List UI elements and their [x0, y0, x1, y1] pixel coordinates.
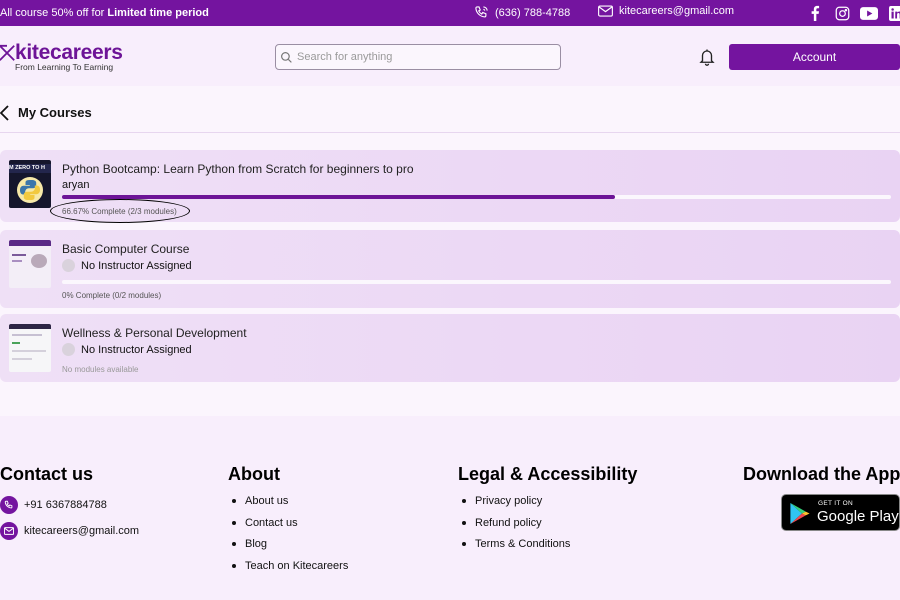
topbar-phone[interactable]: (636) 788-4788 [474, 5, 570, 20]
footer-phone[interactable]: +91 6367884788 [0, 496, 107, 514]
footer-link[interactable]: Contact us [229, 516, 348, 538]
course-card-basic-computer[interactable]: Basic Computer Course No Instructor Assi… [0, 230, 900, 308]
progress-fill [62, 195, 615, 199]
facebook-icon[interactable] [806, 4, 824, 22]
course-thumbnail [9, 240, 51, 288]
about-links: About us Contact us Blog Teach on Kiteca… [229, 494, 348, 581]
phone-icon [0, 496, 18, 514]
thumbnail-line [12, 334, 42, 336]
footer-link[interactable]: Terms & Conditions [459, 537, 570, 559]
thumbnail-header [9, 324, 51, 329]
phone-icon [475, 6, 488, 18]
progress-bar [62, 280, 891, 284]
progress-status: No modules available [62, 365, 139, 374]
course-card-python[interactable]: M ZERO TO H Python Bootcamp: Learn Pytho… [0, 150, 900, 223]
footer-heading-about: About [228, 464, 280, 484]
thumbnail-line [12, 254, 26, 256]
footer-heading-app: Download the App [743, 464, 900, 484]
course-instructor: aryan [62, 179, 90, 191]
course-title[interactable]: Basic Computer Course [62, 242, 189, 256]
footer-phone-text: +91 6367884788 [24, 499, 107, 511]
instructor-name: No Instructor Assigned [81, 259, 192, 272]
course-card-wellness[interactable]: Wellness & Personal Development No Instr… [0, 314, 900, 382]
course-title[interactable]: Wellness & Personal Development [62, 326, 247, 340]
logo[interactable]: kitecareers From Learning To Earning [0, 41, 130, 73]
instructor-avatar [62, 343, 75, 356]
course-instructor: No Instructor Assigned [62, 259, 192, 272]
google-play-small-text: GET IT ON [818, 500, 853, 507]
brand-tagline: From Learning To Earning [15, 62, 114, 72]
thumbnail-line [12, 260, 22, 262]
course-instructor: No Instructor Assigned [62, 343, 192, 356]
instagram-icon[interactable] [833, 4, 851, 22]
site-footer: Contact us +91 6367884788 kitecareers@gm… [0, 416, 900, 600]
thumbnail-header [9, 240, 51, 246]
instructor-name: aryan [62, 179, 90, 191]
progress-status: 0% Complete (0/2 modules) [62, 291, 162, 300]
notification-bell-icon[interactable] [698, 47, 716, 67]
promo-prefix: All course 50% off for [0, 7, 108, 19]
back-arrow-icon[interactable] [0, 105, 10, 121]
search-box[interactable] [275, 44, 561, 70]
thumbnail-caption: M ZERO TO H [9, 164, 51, 173]
progress-bar [62, 195, 891, 199]
footer-link[interactable]: Privacy policy [459, 494, 570, 516]
google-play-button[interactable]: GET IT ON Google Play [781, 494, 900, 531]
account-button[interactable]: Account [729, 44, 900, 70]
topbar-email-text: kitecareers@gmail.com [619, 5, 735, 17]
mail-icon [598, 5, 613, 17]
thumbnail-line [12, 350, 46, 352]
course-thumbnail [9, 324, 51, 372]
linkedin-icon[interactable] [887, 4, 900, 22]
thumbnail-figure [31, 254, 47, 268]
footer-email[interactable]: kitecareers@gmail.com [0, 522, 139, 540]
footer-link[interactable]: Teach on Kitecareers [229, 559, 348, 581]
legal-links: Privacy policy Refund policy Terms & Con… [459, 494, 570, 559]
social-links [806, 4, 900, 22]
topbar-email[interactable]: kitecareers@gmail.com [598, 5, 734, 17]
footer-email-text: kitecareers@gmail.com [24, 525, 140, 537]
mail-icon [0, 522, 18, 540]
kite-logo-icon [0, 44, 15, 61]
google-play-big-text: Google Play [817, 508, 899, 525]
annotation-circle [50, 199, 190, 223]
promo-text: All course 50% off for Limited time peri… [0, 7, 209, 19]
page-title: My Courses [18, 105, 92, 120]
instructor-name: No Instructor Assigned [81, 343, 192, 356]
my-courses-section: My Courses M ZERO TO H Python Bootcamp: … [0, 86, 900, 416]
thumbnail-line [12, 342, 20, 344]
search-icon [281, 51, 292, 63]
promo-bar: All course 50% off for Limited time peri… [0, 0, 900, 26]
footer-heading-contact: Contact us [0, 464, 94, 484]
section-divider [0, 132, 900, 133]
instructor-avatar [62, 259, 75, 272]
search-input[interactable] [297, 51, 547, 63]
footer-link[interactable]: Refund policy [459, 516, 570, 538]
footer-heading-legal: Legal & Accessibility [458, 464, 638, 484]
google-play-icon [790, 502, 810, 525]
promo-highlight: Limited time period [107, 7, 209, 19]
footer-link[interactable]: Blog [229, 537, 348, 559]
course-thumbnail: M ZERO TO H [9, 160, 51, 208]
topbar-phone-text: (636) 788-4788 [495, 6, 571, 19]
footer-link[interactable]: About us [229, 494, 348, 516]
thumbnail-line [12, 358, 32, 360]
python-logo-icon [17, 177, 43, 203]
site-header: kitecareers From Learning To Earning Acc… [0, 26, 900, 86]
course-title[interactable]: Python Bootcamp: Learn Python from Scrat… [62, 162, 414, 176]
youtube-icon[interactable] [860, 4, 878, 22]
